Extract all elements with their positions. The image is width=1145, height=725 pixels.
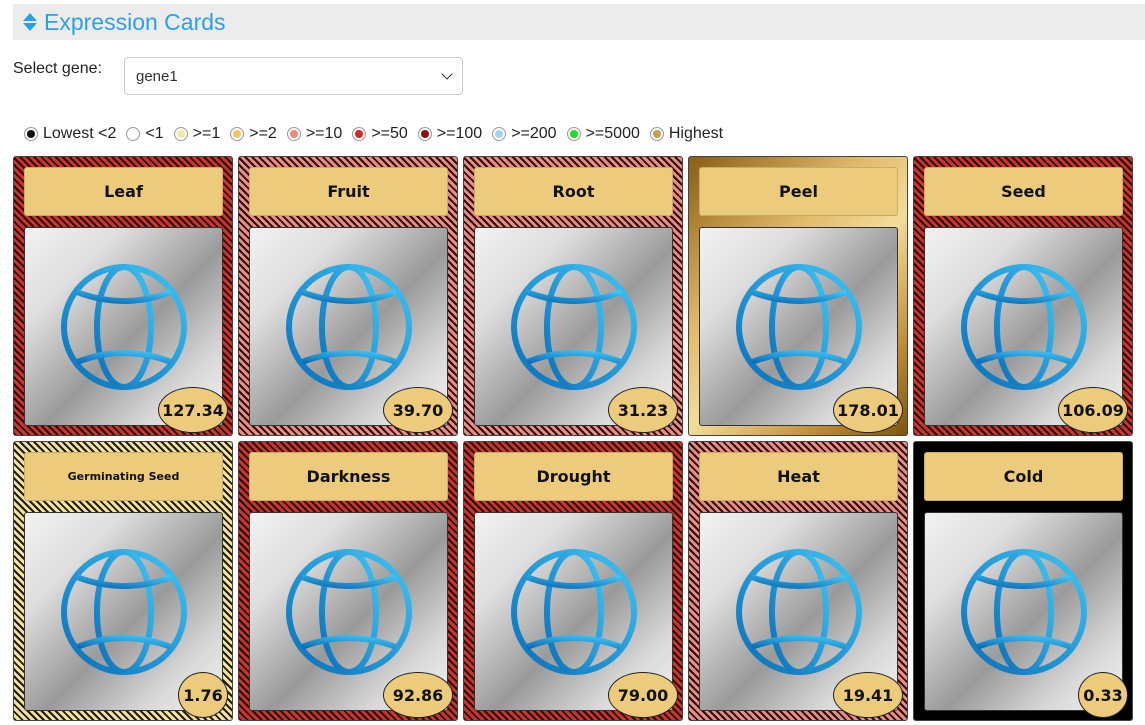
legend-swatch-icon[interactable] (230, 127, 245, 141)
card-title: Germinating Seed (24, 452, 223, 501)
legend-item[interactable]: >=100 (417, 125, 483, 143)
card-value-badge: 79.00 (608, 672, 678, 718)
globe-icon (285, 548, 412, 675)
card-title: Heat (699, 452, 898, 501)
legend-swatch-icon[interactable] (649, 127, 664, 141)
legend-dot (355, 130, 364, 138)
legend-swatch-icon[interactable] (24, 127, 38, 141)
expression-card[interactable]: Seed 106.09 (913, 156, 1133, 436)
legend-swatch-icon[interactable] (352, 127, 367, 141)
legend-item[interactable]: >=200 (492, 125, 557, 143)
expression-card[interactable]: Germinating Seed 1.76 (13, 441, 233, 721)
gene-select[interactable]: gene1 (124, 57, 463, 95)
globe-icon (60, 548, 187, 675)
legend-dot (652, 130, 661, 138)
globe-icon (285, 263, 412, 390)
expression-card[interactable]: Peel 178.01 (688, 156, 908, 436)
legend-item[interactable]: >=10 (286, 125, 343, 143)
card-value-badge: 106.09 (1058, 387, 1128, 433)
expression-legend: Lowest <2 <1 >=1 >=2 >=10 >=50 >=100 >=200 >=500… (24, 124, 733, 144)
card-title: Leaf (24, 167, 223, 216)
card-title: Root (474, 167, 673, 216)
globe-icon (510, 548, 637, 675)
legend-label: >=1 (192, 125, 221, 142)
globe-icon (735, 548, 862, 675)
legend-label: <1 (145, 125, 164, 142)
card-value-badge: 1.76 (178, 672, 228, 718)
expression-card[interactable]: Cold 0.33 (913, 441, 1133, 721)
legend-swatch-icon[interactable] (126, 127, 141, 141)
card-value-badge: 178.01 (833, 387, 903, 433)
card-value-badge: 127.34 (158, 387, 228, 433)
legend-swatch-icon[interactable] (492, 127, 507, 141)
globe-icon (735, 263, 862, 390)
legend-item[interactable]: >=1 (173, 125, 221, 143)
chevron-down-icon (441, 67, 453, 80)
legend-dot (27, 130, 35, 138)
legend-label: Highest (668, 125, 724, 142)
globe-icon (60, 263, 187, 390)
expression-card[interactable]: Root 31.23 (463, 156, 683, 436)
card-value-badge: 19.41 (833, 672, 903, 718)
expression-card[interactable]: Leaf 127.34 (13, 156, 233, 436)
section-header[interactable]: Expression Cards (13, 4, 1145, 40)
legend-dot (129, 130, 138, 138)
card-title: Fruit (249, 167, 448, 216)
legend-swatch-icon[interactable] (417, 127, 432, 141)
legend-dot (495, 130, 504, 138)
card-value-badge: 39.70 (383, 387, 453, 433)
expression-card[interactable]: Fruit 39.70 (238, 156, 458, 436)
gene-select-value: gene1 (136, 67, 178, 85)
gene-select-label: Select gene: (13, 60, 102, 77)
section-title: Expression Cards (44, 8, 226, 35)
legend-dot (176, 130, 185, 138)
legend-dot (569, 130, 578, 138)
expression-card[interactable]: Heat 19.41 (688, 441, 908, 721)
legend-item[interactable]: Highest (649, 125, 724, 143)
legend-dot (420, 130, 429, 138)
card-value-badge: 31.23 (608, 387, 678, 433)
legend-label: Lowest <2 (43, 125, 117, 142)
card-value-badge: 0.33 (1078, 672, 1128, 718)
legend-swatch-icon[interactable] (173, 127, 188, 141)
card-title: Darkness (249, 452, 448, 501)
legend-label: >=2 (249, 125, 277, 142)
legend-item[interactable]: >=50 (352, 125, 408, 143)
legend-label: >=10 (305, 125, 343, 142)
legend-label: >=200 (511, 125, 557, 142)
legend-swatch-icon[interactable] (286, 127, 301, 141)
legend-dot (233, 130, 242, 138)
legend-swatch-icon[interactable] (566, 127, 581, 141)
sort-icon[interactable] (23, 12, 37, 32)
globe-icon (510, 263, 637, 390)
card-title: Cold (924, 452, 1123, 501)
card-value-badge: 92.86 (383, 672, 453, 718)
legend-label: >=100 (436, 125, 483, 142)
legend-label: >=50 (371, 125, 408, 142)
legend-item[interactable]: >=5000 (566, 125, 640, 143)
legend-item[interactable]: <1 (126, 125, 164, 143)
card-title: Seed (924, 167, 1123, 216)
card-title: Peel (699, 167, 898, 216)
globe-icon (960, 548, 1087, 675)
legend-label: >=5000 (585, 125, 640, 142)
expression-card[interactable]: Drought 79.00 (463, 441, 683, 721)
expression-card[interactable]: Darkness 92.86 (238, 441, 458, 721)
legend-item[interactable]: Lowest <2 (24, 125, 116, 143)
legend-dot (289, 130, 298, 138)
legend-item[interactable]: >=2 (230, 125, 277, 143)
card-title: Drought (474, 452, 673, 501)
globe-icon (960, 263, 1087, 390)
